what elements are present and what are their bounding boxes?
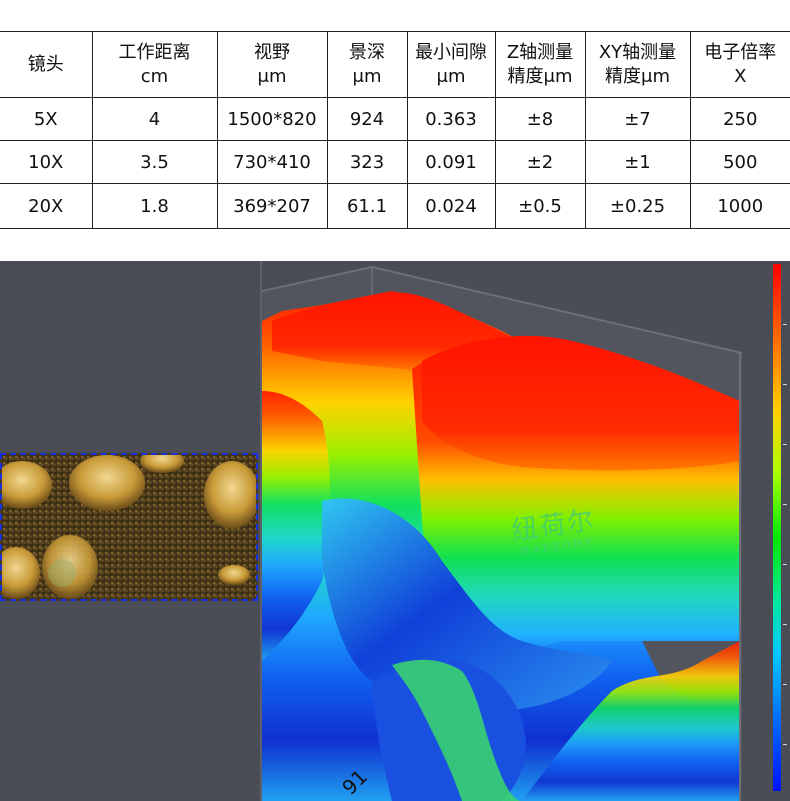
table-cell: 5X (0, 97, 93, 141)
spec-table: 镜头 工作距离 cm 视野 μm 景深 μm 最小间隙 μm Z轴测量 精度μm XY轴测… (0, 31, 790, 229)
table-cell: ±0.25 (584, 183, 691, 229)
table-cell: 924 (326, 97, 408, 141)
microscope-texture (2, 455, 256, 599)
table-cell: 20X (0, 183, 93, 229)
table-cell: 730*410 (216, 140, 328, 184)
table-cell: 0.091 (406, 140, 496, 184)
table-cell: 3.5 (91, 140, 218, 184)
header-cell: 视野 μm (216, 31, 328, 98)
header-cell: XY轴测量 精度μm (584, 31, 691, 98)
table-cell: 10X (0, 140, 93, 184)
header-cell: 最小间隙 μm (406, 31, 496, 98)
table-cell: ±2 (494, 140, 586, 184)
header-cell: 镜头 (0, 31, 93, 98)
table-cell: 4 (91, 97, 218, 141)
table-cell: 250 (689, 97, 790, 141)
table-cell: 500 (689, 140, 790, 184)
table-cell: ±7 (584, 97, 691, 141)
table-cell: ±1 (584, 140, 691, 184)
table-cell: 0.363 (406, 97, 496, 141)
table-cell: 1500*820 (216, 97, 328, 141)
image-pane (0, 261, 260, 801)
table-cell: ±0.5 (494, 183, 586, 229)
table-cell: 1000 (689, 183, 790, 229)
table-row: 5X 4 1500*820 924 0.363 ±8 ±7 250 (0, 97, 790, 141)
table-cell: 369*207 (216, 183, 328, 229)
table-row: 10X 3.5 730*410 323 0.091 ±2 ±1 500 (0, 140, 790, 184)
header-cell: Z轴测量 精度μm (494, 31, 586, 98)
3d-viewer[interactable] (0, 261, 790, 801)
header-cell: 景深 μm (326, 31, 408, 98)
table-cell: ±8 (494, 97, 586, 141)
microscope-image[interactable] (0, 453, 258, 601)
table-header-row: 镜头 工作距离 cm 视野 μm 景深 μm 最小间隙 μm Z轴测量 精度μm XY轴测… (0, 31, 790, 98)
table-cell: 323 (326, 140, 408, 184)
table-row: 20X 1.8 369*207 61.1 0.024 ±0.5 ±0.25 10… (0, 183, 790, 229)
header-cell: 工作距离 cm (91, 31, 218, 98)
table-cell: 1.8 (91, 183, 218, 229)
table-cell: 0.024 (406, 183, 496, 229)
color-scale-bar (773, 264, 787, 791)
header-cell: 电子倍率 X (689, 31, 790, 98)
table-cell: 61.1 (326, 183, 408, 229)
